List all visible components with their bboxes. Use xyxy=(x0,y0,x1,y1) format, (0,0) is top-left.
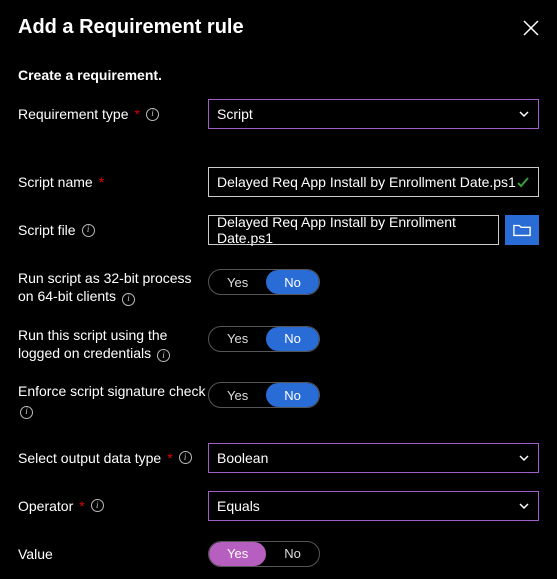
info-icon[interactable]: i xyxy=(157,349,170,362)
required-asterisk: * xyxy=(79,497,84,515)
run32-no[interactable]: No xyxy=(266,270,319,294)
sigcheck-toggle[interactable]: Yes No xyxy=(208,382,320,408)
info-icon[interactable]: i xyxy=(91,499,104,512)
run32-label: Run script as 32-bit process on 64-bit c… xyxy=(18,270,192,304)
info-icon[interactable]: i xyxy=(82,224,95,237)
loggedon-label: Run this script using the logged on cred… xyxy=(18,327,167,361)
operator-value: Equals xyxy=(217,498,260,514)
script-name-label: Script name xyxy=(18,173,93,191)
close-icon[interactable] xyxy=(523,20,539,36)
chevron-down-icon xyxy=(518,500,530,512)
script-file-input[interactable]: Delayed Req App Install by Enrollment Da… xyxy=(208,215,499,245)
check-icon xyxy=(516,175,530,189)
value-no[interactable]: No xyxy=(266,542,319,566)
output-type-value: Boolean xyxy=(217,450,268,466)
script-file-label: Script file xyxy=(18,221,76,239)
info-icon[interactable]: i xyxy=(179,451,192,464)
run32-toggle[interactable]: Yes No xyxy=(208,269,320,295)
run32-yes[interactable]: Yes xyxy=(209,270,266,294)
sigcheck-no[interactable]: No xyxy=(266,383,319,407)
req-type-label: Requirement type xyxy=(18,105,129,123)
loggedon-yes[interactable]: Yes xyxy=(209,327,266,351)
browse-file-button[interactable] xyxy=(505,215,539,245)
value-label: Value xyxy=(18,545,53,563)
operator-select[interactable]: Equals xyxy=(208,491,539,521)
chevron-down-icon xyxy=(518,108,530,120)
info-icon[interactable]: i xyxy=(20,406,33,419)
loggedon-no[interactable]: No xyxy=(266,327,319,351)
operator-label: Operator xyxy=(18,497,73,515)
folder-icon xyxy=(513,223,531,237)
info-icon[interactable]: i xyxy=(122,293,135,306)
loggedon-toggle[interactable]: Yes No xyxy=(208,326,320,352)
chevron-down-icon xyxy=(518,452,530,464)
section-subhead: Create a requirement. xyxy=(18,67,539,83)
req-type-select[interactable]: Script xyxy=(208,99,539,129)
page-title: Add a Requirement rule xyxy=(18,16,244,39)
sigcheck-label: Enforce script signature check xyxy=(18,383,206,399)
value-yes[interactable]: Yes xyxy=(209,542,266,566)
info-icon[interactable]: i xyxy=(146,108,159,121)
output-type-label: Select output data type xyxy=(18,449,161,467)
req-type-value: Script xyxy=(217,106,253,122)
sigcheck-yes[interactable]: Yes xyxy=(209,383,266,407)
output-type-select[interactable]: Boolean xyxy=(208,443,539,473)
script-file-value: Delayed Req App Install by Enrollment Da… xyxy=(217,214,490,246)
script-name-select[interactable]: Delayed Req App Install by Enrollment Da… xyxy=(208,167,539,197)
script-name-value: Delayed Req App Install by Enrollment Da… xyxy=(217,174,516,190)
required-asterisk: * xyxy=(167,449,172,467)
required-asterisk: * xyxy=(135,105,140,123)
required-asterisk: * xyxy=(99,173,104,191)
value-toggle[interactable]: Yes No xyxy=(208,541,320,567)
